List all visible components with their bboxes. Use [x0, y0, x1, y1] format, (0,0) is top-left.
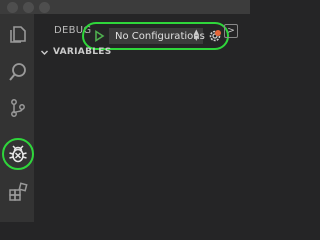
chevron-down-icon — [41, 50, 48, 55]
activity-search[interactable] — [4, 58, 32, 86]
configuration-label: No Configurations — [115, 30, 205, 42]
variables-section-header[interactable]: VARIABLES — [34, 46, 250, 59]
source-control-icon — [11, 99, 25, 117]
activity-source-control[interactable] — [4, 94, 32, 122]
extensions-icon — [9, 182, 28, 201]
highlight-ring — [2, 138, 34, 170]
open-console-button[interactable]: > — [224, 24, 238, 38]
activity-extensions[interactable] — [4, 178, 32, 206]
debug-header: DEBUG No Configurations ▲ ▼ > — [34, 14, 250, 50]
explorer-icon — [10, 26, 26, 43]
maximize-window-button[interactable] — [39, 2, 50, 13]
configuration-dropdown[interactable]: No Configurations ▲ ▼ — [109, 28, 205, 44]
activity-explorer[interactable] — [4, 20, 32, 48]
gear-badge — [215, 30, 221, 36]
activity-bar — [0, 14, 34, 222]
search-icon — [9, 63, 26, 81]
close-window-button[interactable] — [7, 2, 18, 13]
debug-sidebar: DEBUG No Configurations ▲ ▼ > VARIABLES — [34, 14, 250, 222]
minimize-window-button[interactable] — [23, 2, 34, 13]
variables-label: VARIABLES — [53, 47, 112, 57]
activity-debug[interactable] — [2, 138, 34, 170]
start-debugging-button[interactable] — [93, 30, 105, 42]
select-arrows-icon: ▲ ▼ — [193, 28, 199, 42]
title-bar — [0, 0, 250, 14]
